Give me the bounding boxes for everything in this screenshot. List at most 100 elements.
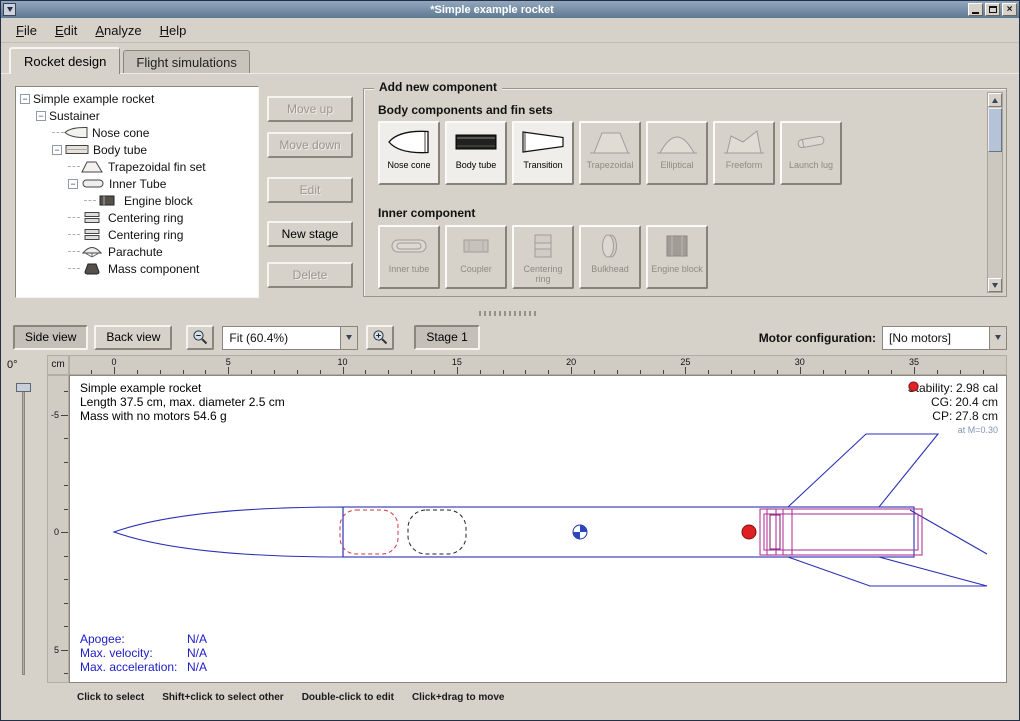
inner-tube-outline — [764, 514, 918, 550]
window-menu-icon[interactable] — [3, 3, 16, 16]
cg-value: 20.4 cm — [955, 395, 998, 409]
fin-sm-icon — [80, 160, 104, 173]
add-freeform-button[interactable]: Freeform — [713, 121, 775, 185]
tree-item-mass-component[interactable]: Mass component — [16, 260, 258, 277]
flight-data-value: N/A — [187, 660, 207, 674]
zoom-out-icon — [192, 329, 209, 346]
motor-select-arrow[interactable] — [989, 327, 1006, 349]
menu-help[interactable]: Help — [153, 20, 194, 41]
component-button-label: Elliptical — [660, 160, 693, 170]
move-down-button[interactable]: Move down — [267, 132, 353, 158]
add-inner-tube-button[interactable]: Inner tube — [378, 225, 440, 289]
maximize-button[interactable] — [985, 3, 1000, 16]
add-bulkhead-button[interactable]: Bulkhead — [579, 225, 641, 289]
motor-configuration-select[interactable]: [No motors] — [882, 326, 1007, 350]
body-tube-icon — [454, 127, 498, 157]
component-button-label: Freeform — [726, 160, 763, 170]
add-trapezoidal-button[interactable]: Trapezoidal — [579, 121, 641, 185]
nose-cone-outline — [114, 507, 343, 557]
openrocket-window: *Simple example rocket × FileEditAnalyze… — [0, 0, 1020, 721]
rocket-name: Simple example rocket — [80, 381, 285, 395]
component-button-label: Launch lug — [789, 160, 833, 170]
motor-configuration-label: Motor configuration: — [759, 331, 876, 345]
motor-configuration-value: [No motors] — [883, 327, 989, 349]
mass-component-outline — [408, 510, 466, 554]
scroll-down-icon[interactable] — [988, 278, 1002, 292]
flight-data: Apogee:N/AMax. velocity:N/AMax. accelera… — [80, 632, 207, 674]
add-nose-cone-button[interactable]: Nose cone — [378, 121, 440, 185]
component-tree[interactable]: −Simple example rocket−SustainerNose con… — [15, 86, 259, 298]
add-coupler-button[interactable]: Coupler — [445, 225, 507, 289]
trapezoidal-fin-icon — [588, 127, 632, 157]
inner-tube-sm-icon — [81, 177, 105, 190]
move-up-button[interactable]: Move up — [267, 96, 353, 122]
status-hint: Shift+click to select other — [162, 692, 283, 703]
add-elliptical-button[interactable]: Elliptical — [646, 121, 708, 185]
menu-file[interactable]: File — [9, 20, 44, 41]
tree-item-simple-example-rocket[interactable]: −Simple example rocket — [16, 90, 258, 107]
new-stage-button[interactable]: New stage — [267, 221, 353, 247]
rotation-slider[interactable] — [16, 383, 32, 675]
divider-grip-icon[interactable] — [479, 311, 539, 316]
add-launch-lug-button[interactable]: Launch lug — [780, 121, 842, 185]
tab-flight-simulations[interactable]: Flight simulations — [123, 50, 249, 73]
tree-item-trapezoidal-fin-set[interactable]: Trapezoidal fin set — [16, 158, 258, 175]
scroll-up-icon[interactable] — [988, 93, 1002, 107]
component-panel-scrollbar[interactable] — [987, 92, 1003, 293]
tree-item-label: Parachute — [108, 245, 163, 259]
add-transition-button[interactable]: Transition — [512, 121, 574, 185]
tree-item-centering-ring[interactable]: Centering ring — [16, 226, 258, 243]
v-ruler-label: 5 — [54, 645, 59, 655]
component-button-label: Engine block — [651, 264, 703, 274]
rocket-info: Simple example rocket Length 37.5 cm, ma… — [80, 381, 285, 423]
back-view-button[interactable]: Back view — [94, 325, 172, 350]
delete-button[interactable]: Delete — [267, 262, 353, 288]
close-button[interactable]: × — [1002, 3, 1017, 16]
menu-analyze[interactable]: Analyze — [88, 20, 148, 41]
window-title: *Simple example rocket — [18, 4, 966, 16]
collapse-icon[interactable]: − — [20, 94, 30, 104]
tree-item-inner-tube[interactable]: − Inner Tube — [16, 175, 258, 192]
add-engine-block-button[interactable]: Engine block — [646, 225, 708, 289]
horizontal-ruler: 05101520253035 — [69, 355, 1007, 375]
tree-item-body-tube[interactable]: −Body tube — [16, 141, 258, 158]
tree-item-engine-block[interactable]: Engine block — [16, 192, 258, 209]
tab-rocket-design[interactable]: Rocket design — [9, 47, 120, 74]
tree-item-label: Sustainer — [49, 109, 100, 123]
flight-data-row: Max. acceleration:N/A — [80, 660, 207, 674]
status-hint: Click to select — [77, 692, 144, 703]
tree-item-nose-cone[interactable]: Nose cone — [16, 124, 258, 141]
collapse-icon[interactable]: − — [52, 145, 62, 155]
window-controls: × — [968, 3, 1017, 16]
menu-edit[interactable]: Edit — [48, 20, 84, 41]
add-centering-ring-button[interactable]: Centering ring — [512, 225, 574, 289]
rocket-canvas[interactable]: Simple example rocket Length 37.5 cm, ma… — [69, 375, 1007, 683]
add-body-tube-button[interactable]: Body tube — [445, 121, 507, 185]
tree-item-parachute[interactable]: Parachute — [16, 243, 258, 260]
minimize-button[interactable] — [968, 3, 983, 16]
edit-button[interactable]: Edit — [267, 177, 353, 203]
component-button-label: Trapezoidal — [587, 160, 634, 170]
rocket-mass: Mass with no motors 54.6 g — [80, 409, 285, 423]
stage-1-toggle[interactable]: Stage 1 — [414, 325, 479, 350]
zoom-out-button[interactable] — [186, 325, 214, 350]
rocket-design-panel: −Simple example rocket−SustainerNose con… — [1, 74, 1019, 307]
flight-data-label: Max. velocity: — [80, 646, 187, 660]
rotation-slider-thumb[interactable] — [16, 383, 31, 392]
side-view-button[interactable]: Side view — [13, 325, 88, 350]
centering-ring-icon — [521, 231, 565, 261]
titlebar[interactable]: *Simple example rocket × — [1, 1, 1019, 18]
coupler-icon — [454, 231, 498, 261]
zoom-in-button[interactable] — [366, 325, 394, 350]
zoom-select[interactable]: Fit (60.4%) — [222, 326, 358, 350]
scrollbar-thumb[interactable] — [988, 108, 1002, 152]
collapse-icon[interactable]: − — [36, 111, 46, 121]
collapse-icon[interactable]: − — [68, 179, 78, 189]
split-pane-divider[interactable] — [1, 307, 1019, 320]
zoom-select-arrow[interactable] — [340, 327, 357, 349]
tree-item-sustainer[interactable]: −Sustainer — [16, 107, 258, 124]
h-ruler-label: 0 — [111, 357, 116, 367]
tree-item-label: Inner Tube — [109, 177, 166, 191]
tree-item-centering-ring[interactable]: Centering ring — [16, 209, 258, 226]
tree-item-label: Engine block — [124, 194, 193, 208]
